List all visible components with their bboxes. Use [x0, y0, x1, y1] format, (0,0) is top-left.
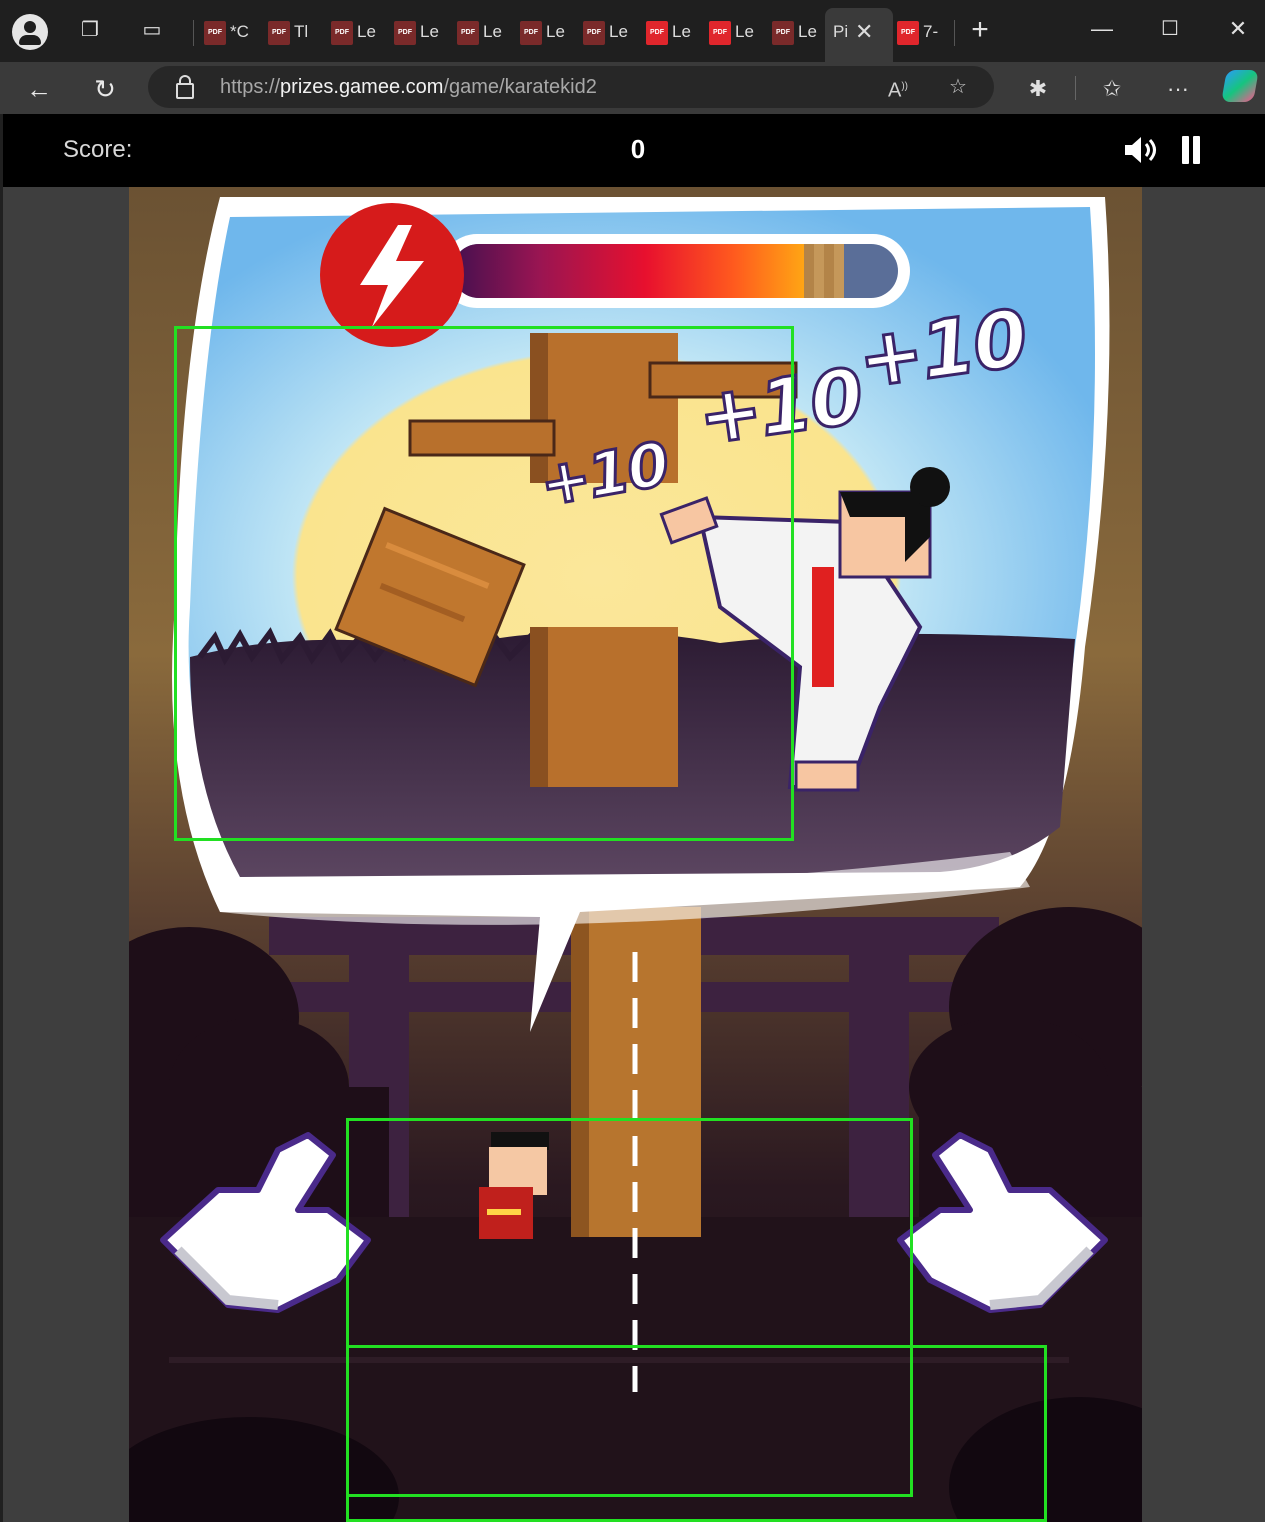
favorite-star-icon[interactable]: ☆ — [943, 72, 973, 102]
browser-tab[interactable]: PDF Le — [583, 10, 637, 54]
lower-log — [530, 627, 678, 787]
pdf-icon: PDF — [520, 20, 542, 45]
pdf-icon: PDF — [646, 20, 668, 45]
pdf-icon: PDF — [268, 20, 290, 45]
pdf-icon: PDF — [897, 20, 919, 45]
browser-tab[interactable]: PDF Le — [331, 10, 385, 54]
browser-tab[interactable]: PDF Le — [709, 10, 763, 54]
more-menu-icon[interactable]: ··· — [1162, 74, 1194, 104]
address-bar[interactable]: https://prizes.gamee.com/game/karatekid2… — [148, 66, 994, 108]
lightning-bolt-icon — [360, 225, 424, 327]
game-header: Score: 0 — [3, 114, 1265, 187]
tab-actions-icon[interactable]: ▭ — [140, 18, 164, 42]
pdf-icon: PDF — [583, 20, 605, 45]
pdf-icon: PDF — [204, 20, 226, 45]
browser-tab-active[interactable]: Pi ✕ — [825, 8, 893, 62]
minimize-icon[interactable]: — — [1082, 14, 1122, 44]
pdf-icon: PDF — [331, 20, 353, 45]
tap-right-hand-icon[interactable] — [890, 1130, 1110, 1320]
browser-tab[interactable]: PDF 7- — [897, 10, 951, 54]
browser-tab[interactable]: PDF Le — [646, 10, 700, 54]
score-value: 0 — [630, 134, 646, 164]
browser-tab[interactable]: PDF Le — [520, 10, 574, 54]
energy-bar-fill — [452, 244, 845, 298]
pause-icon[interactable] — [1179, 136, 1203, 164]
browser-toolbar: ← ↻ https://prizes.gamee.com/game/karate… — [0, 62, 1265, 114]
lock-icon[interactable] — [176, 75, 194, 99]
workspaces-icon[interactable]: ❐ — [78, 18, 102, 42]
score-label: Score: — [63, 136, 133, 163]
pdf-icon: PDF — [772, 20, 794, 45]
pdf-icon: PDF — [457, 20, 479, 45]
browser-tab[interactable]: PDF *C — [204, 10, 258, 54]
extensions-icon[interactable]: ✱ — [1022, 74, 1054, 104]
copilot-icon[interactable] — [1221, 70, 1259, 102]
maximize-icon[interactable]: ☐ — [1150, 14, 1190, 44]
refresh-icon[interactable]: ↻ — [88, 72, 122, 106]
url-text[interactable]: https://prizes.gamee.com/game/karatekid2 — [220, 66, 597, 108]
browser-tab[interactable]: PDF Le — [394, 10, 448, 54]
favorites-icon[interactable]: ✩ — [1096, 74, 1128, 104]
browser-tab[interactable]: PDF Le — [772, 10, 826, 54]
energy-badge — [320, 203, 464, 347]
energy-bar — [440, 234, 910, 308]
tap-left-hand-icon[interactable] — [158, 1130, 378, 1320]
pdf-icon: PDF — [394, 20, 416, 45]
tab-strip: ❐ ▭ PDF *C PDF Tl PDF Le PDF Le PDF Le PDF Le … — [0, 0, 1265, 62]
close-tab-icon[interactable]: ✕ — [855, 8, 873, 56]
back-arrow-icon[interactable]: ← — [22, 72, 56, 106]
browser-tab[interactable]: PDF Le — [457, 10, 511, 54]
read-aloud-icon[interactable]: A)) — [883, 72, 913, 102]
profile-avatar-icon[interactable] — [12, 14, 48, 50]
close-window-icon[interactable]: ✕ — [1218, 14, 1258, 44]
browser-tab[interactable]: PDF Tl — [268, 10, 322, 54]
pdf-icon: PDF — [709, 20, 731, 45]
new-tab-icon[interactable]: + — [968, 15, 992, 45]
sound-icon[interactable] — [1121, 134, 1161, 166]
